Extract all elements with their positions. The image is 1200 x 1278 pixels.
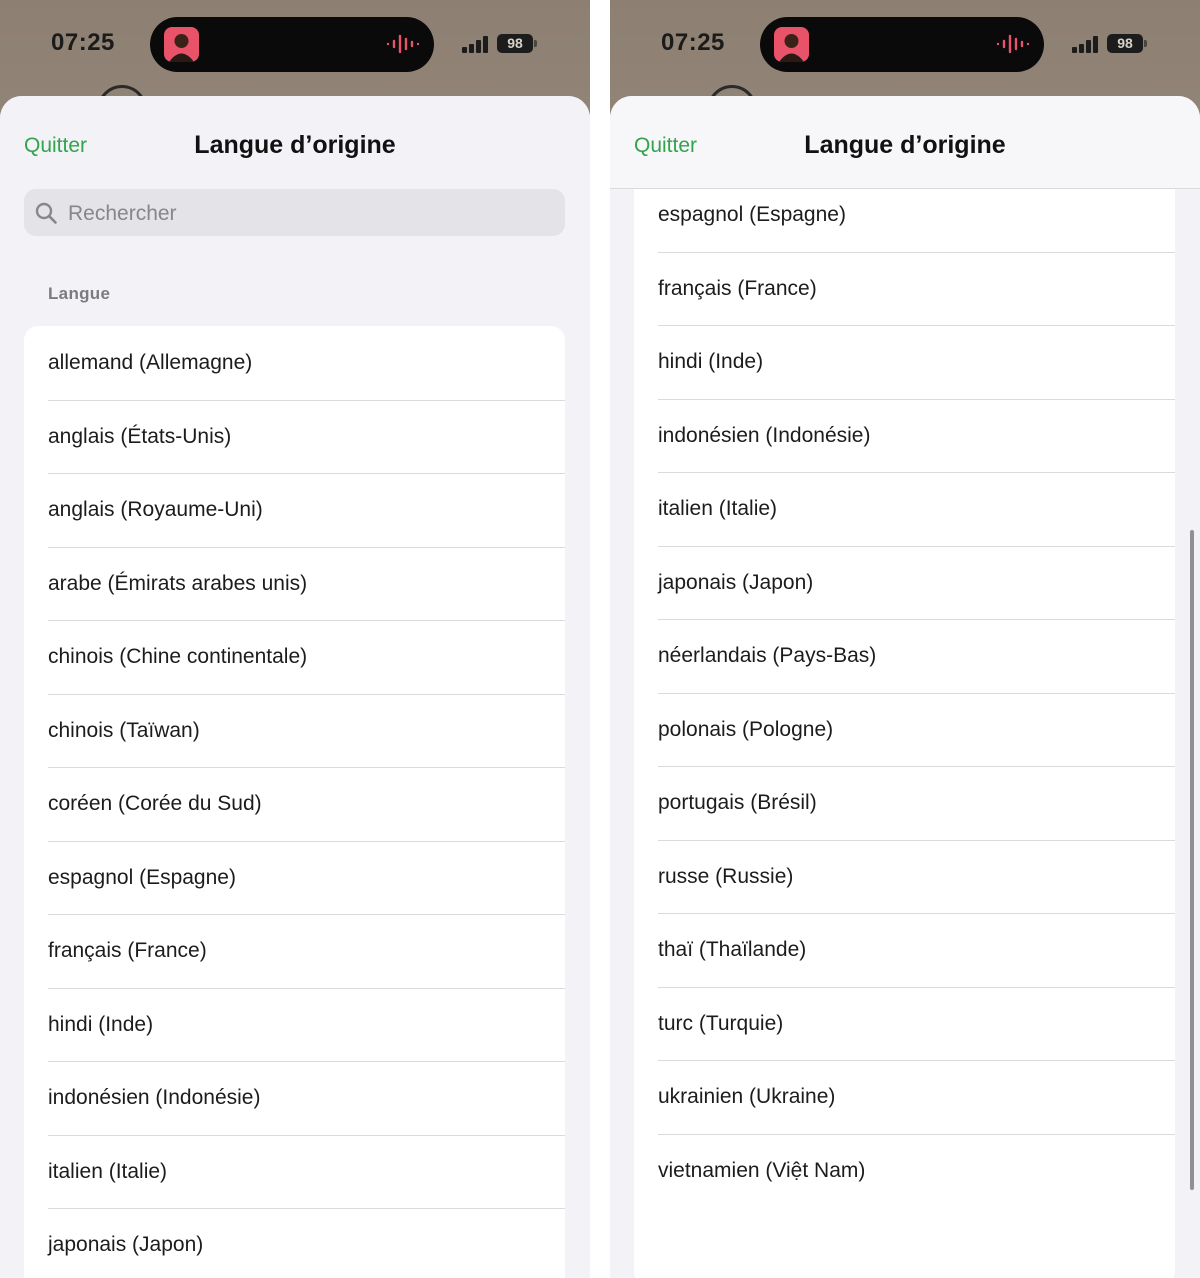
language-label: anglais (États-Unis) bbox=[48, 424, 232, 448]
language-row[interactable]: allemand (Allemagne) bbox=[24, 326, 565, 400]
language-row[interactable]: chinois (Taïwan) bbox=[24, 693, 565, 768]
language-label: ukrainien (Ukraine) bbox=[658, 1085, 836, 1108]
language-row[interactable]: néerlandais (Pays-Bas) bbox=[634, 619, 1175, 693]
language-row[interactable]: arabe (Émirats arabes unis) bbox=[24, 546, 565, 621]
language-label: néerlandais (Pays-Bas) bbox=[658, 644, 877, 667]
language-label: coréen (Corée du Sud) bbox=[48, 792, 262, 815]
waveform-icon bbox=[386, 34, 420, 54]
contact-avatar-icon bbox=[164, 27, 199, 62]
language-label: polonais (Pologne) bbox=[658, 717, 834, 741]
sheet-header: Quitter Langue d’origine bbox=[0, 96, 590, 188]
language-label: allemand (Allemagne) bbox=[48, 351, 253, 374]
language-list: allemand (Allemagne) anglais (États-Unis)… bbox=[24, 326, 565, 1278]
language-label: portugais (Brésil) bbox=[658, 791, 817, 814]
sheet-title: Langue d’origine bbox=[194, 131, 396, 159]
language-label: arabe (Émirats arabes unis) bbox=[48, 571, 308, 595]
language-label: chinois (Chine continentale) bbox=[48, 645, 308, 668]
language-label: espagnol (Espagne) bbox=[658, 203, 846, 226]
language-label: japonais (Japon) bbox=[658, 570, 814, 594]
status-time: 07:25 bbox=[51, 29, 115, 56]
screenshot-right: 07:25 98 Quitter Langue d’origine espagn… bbox=[610, 0, 1200, 1278]
language-row[interactable]: vietnamien (Việt Nam) bbox=[634, 1133, 1175, 1208]
language-label: italien (Italie) bbox=[48, 1159, 168, 1183]
language-label: russe (Russie) bbox=[658, 864, 794, 888]
language-row[interactable]: chinois (Chine continentale) bbox=[24, 620, 565, 694]
language-label: français (France) bbox=[658, 276, 817, 300]
language-row[interactable]: italien (Italie) bbox=[634, 472, 1175, 546]
search-input[interactable] bbox=[66, 189, 550, 238]
search-icon bbox=[35, 202, 57, 224]
language-row[interactable]: anglais (États-Unis) bbox=[24, 399, 565, 474]
language-label: vietnamien (Việt Nam) bbox=[658, 1158, 866, 1182]
language-sheet: Quitter Langue d’origine Langue allemand… bbox=[0, 96, 590, 1278]
cellular-signal-icon bbox=[462, 36, 488, 53]
status-time: 07:25 bbox=[661, 29, 725, 56]
language-row[interactable]: français (France) bbox=[634, 251, 1175, 326]
language-sheet: Quitter Langue d’origine espagnol (Espag… bbox=[610, 96, 1200, 1278]
language-row[interactable]: coréen (Corée du Sud) bbox=[24, 767, 565, 841]
language-row[interactable]: ukrainien (Ukraine) bbox=[634, 1060, 1175, 1134]
cellular-signal-icon bbox=[1072, 36, 1098, 53]
language-row[interactable]: russe (Russie) bbox=[634, 839, 1175, 914]
dynamic-island[interactable] bbox=[150, 17, 434, 72]
language-row[interactable]: portugais (Brésil) bbox=[634, 766, 1175, 840]
language-row[interactable]: hindi (Inde) bbox=[634, 325, 1175, 399]
language-label: indonésien (Indonésie) bbox=[48, 1086, 261, 1109]
language-row[interactable]: anglais (Royaume-Uni) bbox=[24, 473, 565, 547]
language-label: chinois (Taïwan) bbox=[48, 718, 200, 742]
language-label: français (France) bbox=[48, 939, 207, 962]
section-label: Langue bbox=[48, 284, 111, 303]
language-row[interactable]: indonésien (Indonésie) bbox=[634, 398, 1175, 473]
sheet-title: Langue d’origine bbox=[804, 131, 1006, 159]
sheet-header: Quitter Langue d’origine bbox=[610, 96, 1200, 189]
battery-cap bbox=[534, 40, 537, 47]
language-row[interactable]: japonais (Japon) bbox=[24, 1208, 565, 1278]
language-row[interactable]: polonais (Pologne) bbox=[634, 692, 1175, 767]
language-label: anglais (Royaume-Uni) bbox=[48, 498, 263, 521]
waveform-icon bbox=[996, 34, 1030, 54]
language-label: hindi (Inde) bbox=[48, 1012, 154, 1036]
language-row[interactable]: français (France) bbox=[24, 914, 565, 988]
language-row[interactable]: hindi (Inde) bbox=[24, 987, 565, 1062]
language-list: espagnol (Espagne) français (France) hindi… bbox=[634, 188, 1175, 1278]
language-row[interactable]: japonais (Japon) bbox=[634, 545, 1175, 620]
search-bar[interactable] bbox=[24, 189, 565, 238]
language-label: italien (Italie) bbox=[658, 497, 778, 520]
language-row[interactable]: turc (Turquie) bbox=[634, 986, 1175, 1061]
language-row[interactable]: espagnol (Espagne) bbox=[634, 188, 1175, 252]
scrollbar[interactable] bbox=[1190, 530, 1194, 1190]
language-row[interactable]: thaï (Thaïlande) bbox=[634, 913, 1175, 987]
language-label: turc (Turquie) bbox=[658, 1011, 784, 1035]
language-label: indonésien (Indonésie) bbox=[658, 423, 871, 447]
language-label: thaï (Thaïlande) bbox=[658, 938, 807, 961]
language-row[interactable]: indonésien (Indonésie) bbox=[24, 1061, 565, 1135]
battery-level: 98 bbox=[1107, 34, 1143, 53]
list-scroll-area[interactable]: espagnol (Espagne) français (France) hindi… bbox=[610, 188, 1200, 1278]
contact-avatar-icon bbox=[774, 27, 809, 62]
battery-cap bbox=[1144, 40, 1147, 47]
language-row[interactable]: italien (Italie) bbox=[24, 1134, 565, 1209]
language-label: espagnol (Espagne) bbox=[48, 865, 236, 889]
language-label: japonais (Japon) bbox=[48, 1233, 204, 1256]
screenshot-left: 07:25 98 Quitter Langue d’origine Recher… bbox=[0, 0, 590, 1278]
dynamic-island[interactable] bbox=[760, 17, 1044, 72]
battery-level: 98 bbox=[497, 34, 533, 53]
language-label: hindi (Inde) bbox=[658, 350, 764, 373]
language-row[interactable]: espagnol (Espagne) bbox=[24, 840, 565, 915]
